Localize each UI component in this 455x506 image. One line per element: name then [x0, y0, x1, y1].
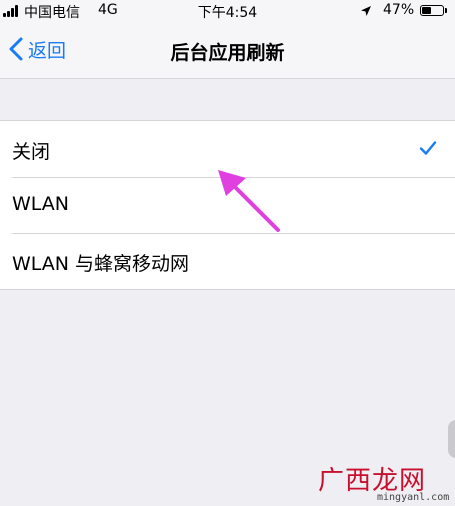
- battery-icon: [420, 5, 444, 16]
- option-wlan[interactable]: WLAN: [0, 177, 455, 233]
- refresh-option-list: 关闭 WLAN WLAN 与蜂窝移动网: [0, 120, 455, 290]
- option-label: WLAN 与蜂窝移动网: [12, 253, 190, 275]
- battery-level-fill: [422, 7, 432, 14]
- watermark-url: mingyanl.com: [377, 492, 450, 503]
- location-arrow-icon: [361, 6, 371, 16]
- page-title: 后台应用刷新: [170, 42, 285, 64]
- navigation-bar: 返回 后台应用刷新: [0, 22, 455, 79]
- option-wlan-and-cellular[interactable]: WLAN 与蜂窝移动网: [0, 233, 455, 289]
- checkmark-icon: [419, 141, 437, 155]
- option-label: 关闭: [12, 141, 51, 163]
- option-label: WLAN: [12, 193, 70, 215]
- battery-cap: [445, 8, 447, 13]
- status-bar: 中国电信 4G 下午4:54 47%: [0, 0, 455, 22]
- option-off[interactable]: 关闭: [0, 121, 455, 177]
- battery-percent: 47%: [383, 2, 415, 18]
- assistive-touch-handle[interactable]: [448, 420, 455, 458]
